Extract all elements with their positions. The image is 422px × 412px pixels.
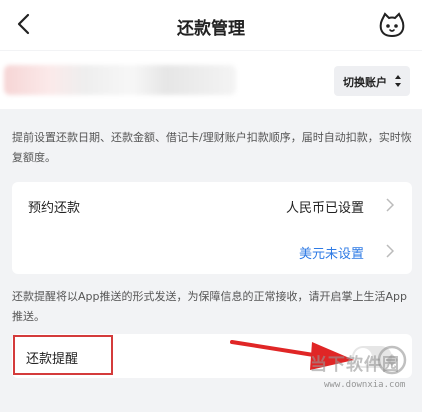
mascot-service-icon[interactable] — [376, 9, 408, 41]
reservation-card: 预约还款 人民币已设置 美元未设置 — [12, 182, 412, 274]
account-bar: 切换账户 — [0, 51, 422, 109]
nav-bar: 还款管理 — [0, 0, 422, 50]
auto-repay-description: 提前设置还款日期、还款金额、借记卡/理财账户扣款顺序，届时自动扣款，实时恢复额度… — [12, 131, 412, 164]
watermark: 当下软件园 www.downxia.com — [310, 342, 410, 402]
reservation-usd-row[interactable]: 美元未设置 — [12, 228, 412, 274]
reservation-rmb-row[interactable]: 预约还款 人民币已设置 — [12, 182, 412, 228]
account-info-blurred — [4, 65, 236, 95]
usd-status: 美元未设置 — [298, 247, 364, 262]
reminder-description: 还款提醒将以App推送的形式发送，为保障信息的正常接收，请开启掌上生活App推送… — [12, 290, 407, 323]
watermark-url: www.downxia.com — [324, 380, 406, 390]
reminder-highlight-box — [13, 335, 113, 375]
chevron-right-icon — [386, 198, 394, 212]
rmb-status: 人民币已设置 — [285, 201, 364, 216]
sort-updown-icon — [395, 75, 401, 87]
chevron-right-icon — [386, 244, 394, 258]
watermark-logo-icon — [377, 345, 407, 375]
switch-account-button[interactable]: 切换账户 — [334, 66, 410, 96]
switch-account-label: 切换账户 — [343, 76, 387, 89]
page-title: 还款管理 — [177, 19, 245, 39]
reservation-label: 预约还款 — [28, 201, 81, 216]
